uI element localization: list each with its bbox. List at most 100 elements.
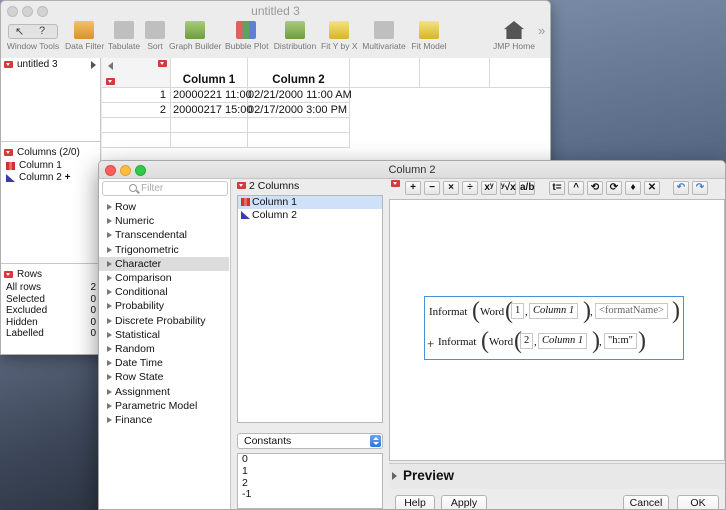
function-category-item[interactable]: Row xyxy=(99,200,229,214)
disclosure-icon[interactable] xyxy=(91,61,96,69)
filter-input[interactable]: Filter xyxy=(102,181,228,196)
operator-button[interactable]: − xyxy=(424,181,440,195)
function-category-item[interactable]: Row State xyxy=(99,370,229,384)
operator-button[interactable]: a/b xyxy=(519,181,535,195)
column-header[interactable]: Column 1 xyxy=(171,58,248,88)
operator-button[interactable]: + xyxy=(405,181,421,195)
function-name[interactable]: Informat xyxy=(429,306,467,318)
function-category-item[interactable]: Date Time xyxy=(99,356,229,370)
grid-cell[interactable]: 20000221 11:00 xyxy=(171,88,252,103)
zoom-light[interactable] xyxy=(37,6,48,17)
formula-argument[interactable]: Column 1 xyxy=(538,333,588,349)
function-category-item[interactable]: Finance xyxy=(99,413,229,427)
operator-button[interactable]: t= xyxy=(549,181,565,195)
grid-cell[interactable]: 02/21/2000 11:00 AM xyxy=(248,88,352,103)
red-triangle-menu-icon[interactable] xyxy=(4,271,13,278)
formula-argument[interactable]: 2 xyxy=(520,333,534,349)
function-category-item[interactable]: Assignment xyxy=(99,385,229,399)
toolbar-label: Sort xyxy=(147,41,163,51)
table-panel-header[interactable]: untitled 3 xyxy=(1,58,101,72)
red-triangle-menu-icon[interactable] xyxy=(4,149,13,156)
constant-item[interactable]: -1 xyxy=(238,489,382,501)
toolbar-fit-y-by-x[interactable]: Fit Y by X xyxy=(321,21,358,51)
collapse-icon[interactable] xyxy=(108,62,113,70)
constants-select[interactable]: Constants xyxy=(237,433,383,449)
row-number[interactable]: 2 xyxy=(102,103,171,118)
close-light[interactable] xyxy=(7,6,18,17)
close-button[interactable] xyxy=(105,165,116,176)
operator-button[interactable]: ʸ√x xyxy=(500,181,516,195)
formula-argument[interactable]: Column 1 xyxy=(529,303,579,319)
grid-cell[interactable]: 20000217 15:00 xyxy=(171,103,253,118)
function-category-item[interactable]: Statistical xyxy=(99,328,229,342)
preview-section[interactable]: Preview xyxy=(389,463,725,489)
formula-argument[interactable]: "h:m" xyxy=(604,333,637,349)
minimize-light[interactable] xyxy=(22,6,33,17)
function-category-item[interactable]: Character xyxy=(99,256,229,271)
function-category-item[interactable]: Conditional xyxy=(99,285,229,299)
formula-expression[interactable]: Informat ( Word ( 1 , Column 1 ) , <form… xyxy=(424,296,684,360)
function-category-item[interactable]: Transcendental xyxy=(99,228,229,242)
constant-item[interactable]: 0 xyxy=(238,453,382,466)
operator-button[interactable]: xʸ xyxy=(481,181,497,195)
column-header[interactable]: Column 2 xyxy=(248,58,350,88)
toolbar-data-filter[interactable]: Data Filter xyxy=(65,21,104,51)
constant-item[interactable]: 1 xyxy=(238,465,382,478)
cancel-button[interactable]: Cancel xyxy=(623,495,669,509)
function-category-item[interactable]: Probability xyxy=(99,299,229,313)
operator-button[interactable]: ♦ xyxy=(625,181,641,195)
row-number[interactable]: 1 xyxy=(102,88,171,103)
formula-placeholder[interactable]: <formatName> xyxy=(595,303,668,319)
minimize-button[interactable] xyxy=(120,165,131,176)
function-category-item[interactable]: Numeric xyxy=(99,214,229,228)
toolbar-fit-model[interactable]: Fit Model xyxy=(411,21,447,51)
red-triangle-menu-icon[interactable] xyxy=(4,61,13,68)
operator-button[interactable]: × xyxy=(443,181,459,195)
red-triangle-menu-icon[interactable] xyxy=(237,182,246,189)
toolbar-tabulate[interactable]: Tabulate xyxy=(107,21,141,51)
operator-button[interactable]: ⟳ xyxy=(606,181,622,195)
ok-button[interactable]: OK xyxy=(677,495,719,509)
function-category-item[interactable]: Random xyxy=(99,342,229,356)
function-category-item[interactable]: Comparison xyxy=(99,271,229,285)
column-item[interactable]: Column 1 xyxy=(238,196,382,209)
function-category-item[interactable]: Discrete Probability xyxy=(99,314,229,328)
constant-item[interactable]: 2 xyxy=(238,477,382,490)
columns-panel-header[interactable]: Columns (2/0) xyxy=(1,146,101,160)
operator-button[interactable]: ÷ xyxy=(462,181,478,195)
plus-operator[interactable]: + xyxy=(427,336,434,352)
toolbar-overflow-chevron[interactable]: » xyxy=(538,23,545,38)
toolbar-window-tools[interactable]: ↖? Window Tools xyxy=(5,21,61,51)
toolbar-bubble-plot[interactable]: Bubble Plot xyxy=(225,21,268,51)
toolbar-multivariate[interactable]: Multivariate xyxy=(361,21,407,51)
apply-button[interactable]: Apply xyxy=(441,495,487,509)
operator-button[interactable]: ^ xyxy=(568,181,584,195)
zoom-button[interactable] xyxy=(135,165,146,176)
red-triangle-menu-icon[interactable] xyxy=(391,180,400,187)
toolbar-distribution[interactable]: Distribution xyxy=(273,21,317,51)
rows-panel-header[interactable]: Rows xyxy=(1,268,101,282)
operator-button[interactable]: ✕ xyxy=(644,181,660,195)
function-name[interactable]: Informat xyxy=(438,336,476,348)
function-category-item[interactable]: Parametric Model xyxy=(99,399,229,413)
function-category-item[interactable]: Trigonometric xyxy=(99,243,229,257)
toolbar-sort[interactable]: Sort xyxy=(144,21,166,51)
red-triangle-menu-icon[interactable] xyxy=(158,60,167,67)
toolbar-jmp-home[interactable]: JMP Home xyxy=(493,21,535,51)
grid-cell[interactable]: 02/17/2000 3:00 PM xyxy=(248,103,350,118)
undo-icon[interactable]: ↶ xyxy=(673,181,689,195)
function-name[interactable]: Word xyxy=(489,336,513,348)
formula-canvas[interactable]: Informat ( Word ( 1 , Column 1 ) , <form… xyxy=(389,199,725,461)
disclosure-icon[interactable] xyxy=(392,472,397,480)
formula-argument[interactable]: 1 xyxy=(511,303,525,319)
function-name[interactable]: Word xyxy=(480,306,504,318)
help-button[interactable]: Help xyxy=(395,495,435,509)
toolbar-graph-builder[interactable]: Graph Builder xyxy=(169,21,221,51)
red-triangle-menu-icon[interactable] xyxy=(106,78,115,85)
redo-icon[interactable]: ↷ xyxy=(692,181,708,195)
column-item[interactable]: Column 2 + xyxy=(1,172,101,184)
column-item[interactable]: Column 1 xyxy=(1,160,101,172)
columns-panel-header[interactable]: 2 Columns xyxy=(235,179,383,193)
operator-button[interactable]: ⟲ xyxy=(587,181,603,195)
column-item[interactable]: Column 2 xyxy=(238,209,382,222)
